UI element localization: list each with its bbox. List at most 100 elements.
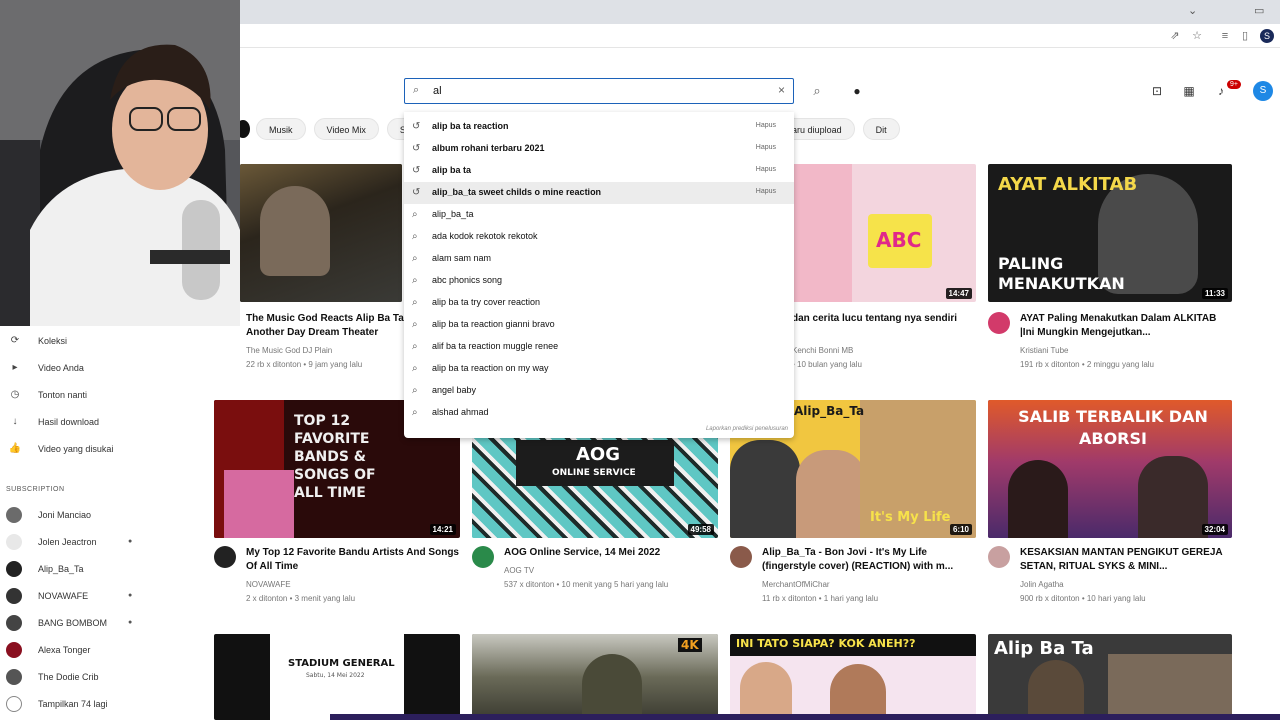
video-channel[interactable]: The Music God DJ Plain: [246, 346, 404, 355]
sidebar-item[interactable]: ⟳ Koleksi: [0, 328, 146, 354]
search-suggestion[interactable]: ⌕ angel baby: [404, 380, 794, 402]
search-icon: ⌕: [412, 253, 418, 264]
thumbnail-text: INI TATO SIAPA? KOK ANEH??: [736, 637, 916, 650]
chevron-down-icon[interactable]: ⌄: [1188, 4, 1197, 17]
video-title[interactable]: dan cerita lucu tentang nya sendiri: [792, 312, 976, 340]
sidebar-item-label: Video Anda: [38, 363, 84, 373]
subscription-label: NOVAWAFE: [38, 591, 89, 601]
video-channel[interactable]: NOVAWAFE: [246, 580, 460, 589]
subscription-item[interactable]: The Dodie Crib: [0, 664, 146, 690]
channel-avatar[interactable]: [472, 546, 494, 568]
thumbnail-text: Alip Ba Ta: [994, 638, 1094, 659]
video-channel[interactable]: Kenchi Bonni MB: [792, 346, 976, 355]
video-title[interactable]: Alip_Ba_Ta - Bon Jovi - It's My Life (fi…: [762, 546, 976, 574]
search-suggestion[interactable]: ↺ alip ba ta reaction Hapus: [404, 116, 794, 138]
browser-profile-icon[interactable]: S: [1260, 29, 1274, 43]
search-suggestion[interactable]: ↺ album rohani terbaru 2021 Hapus: [404, 138, 794, 160]
video-channel[interactable]: Kristiani Tube: [1020, 346, 1232, 355]
search-suggestion[interactable]: ↺ alip ba ta Hapus: [404, 160, 794, 182]
video-thumbnail[interactable]: Alip Ba Ta: [988, 634, 1232, 720]
search-button[interactable]: ⌕: [800, 78, 834, 104]
extension-icon[interactable]: ≡: [1218, 29, 1232, 43]
channel-avatar[interactable]: [214, 546, 236, 568]
subscription-item[interactable]: NOVAWAFE ●: [0, 583, 146, 609]
browser-toolbar: ⇗ ☆ ≡ ▯ S: [240, 24, 1280, 48]
search-suggestion[interactable]: ⌕ abc phonics song: [404, 270, 794, 292]
video-thumbnail[interactable]: 4K: [472, 634, 718, 720]
suggestion-text: alip ba ta reaction on my way: [432, 363, 549, 373]
share-icon[interactable]: ⇗: [1168, 29, 1182, 43]
subscription-item[interactable]: Tampilkan 74 lagi: [0, 691, 146, 717]
webcam-overlay: [0, 0, 240, 326]
video-channel[interactable]: MerchantOfMiChar: [762, 580, 976, 589]
search-suggestion[interactable]: ⌕ alshad ahmad: [404, 402, 794, 424]
thumbnail-person: [740, 662, 792, 720]
sidebar-item[interactable]: ↓ Hasil download: [0, 409, 146, 435]
search-suggestion[interactable]: ⌕ alam sam nam: [404, 248, 794, 270]
video-meta: • 10 bulan yang lalu: [792, 360, 862, 369]
filter-chip[interactable]: Musik: [256, 118, 306, 140]
video-title[interactable]: AYAT Paling Menakutkan Dalam ALKITAB |In…: [1020, 312, 1232, 340]
report-predictions-link[interactable]: Laporkan prediksi penelusuran: [706, 426, 788, 432]
channel-avatar: [6, 696, 22, 712]
remove-suggestion-link[interactable]: Hapus: [756, 122, 776, 129]
sidepanel-icon[interactable]: ▯: [1238, 29, 1252, 43]
video-thumbnail[interactable]: SALIB TERBALIK DAN ABORSI 32:04: [988, 400, 1232, 538]
search-suggestion[interactable]: ⌕ ada kodok rekotok rekotok: [404, 226, 794, 248]
channel-avatar[interactable]: [730, 546, 752, 568]
your-videos-icon: ▸: [12, 362, 18, 373]
thumbnail-image: [224, 470, 294, 538]
bookmark-star-icon[interactable]: ☆: [1190, 29, 1204, 43]
video-thumbnail[interactable]: ABC 14:47: [792, 164, 976, 302]
video-thumbnail[interactable]: [240, 164, 402, 302]
sidebar-item[interactable]: 👍 Video yang disukai: [0, 436, 146, 462]
subscription-label: Jolen Jeactron: [38, 537, 97, 547]
clear-search-icon[interactable]: ×: [778, 83, 785, 97]
sidebar-item[interactable]: ◷ Tonton nanti: [0, 382, 146, 408]
search-input[interactable]: ⌕ al ×: [404, 78, 794, 104]
apps-icon[interactable]: ▦: [1180, 82, 1198, 100]
suggestion-text: alam sam nam: [432, 253, 492, 263]
filter-chip[interactable]: Video Mix: [313, 118, 379, 140]
remove-suggestion-link[interactable]: Hapus: [756, 144, 776, 151]
video-title[interactable]: KESAKSIAN MANTAN PENGIKUT GEREJA SETAN, …: [1020, 546, 1232, 574]
filter-chip[interactable]: Dit: [862, 118, 900, 140]
subscription-label: Joni Manciao: [38, 510, 92, 520]
voice-search-button[interactable]: ●: [846, 80, 868, 102]
screen: ⌄ ▭ ⇗ ☆ ≡ ▯ S ⌕ al × ⌕ ● ⊡ ▦ ♪ 9+ S Musi…: [0, 0, 1280, 720]
search-suggestion[interactable]: ⌕ alip_ba_ta: [404, 204, 794, 226]
video-thumbnail[interactable]: STADIUM GENERAL Sabtu, 14 Mei 2022: [214, 634, 460, 720]
search-suggestion[interactable]: ⌕ alip ba ta reaction gianni bravo: [404, 314, 794, 336]
create-video-icon[interactable]: ⊡: [1148, 82, 1166, 100]
remove-suggestion-link[interactable]: Hapus: [756, 166, 776, 173]
like-icon: 👍: [8, 443, 22, 454]
suggestion-text: alif ba ta reaction muggle renee: [432, 341, 559, 351]
video-title[interactable]: My Top 12 Favorite Bandu Artists And Son…: [246, 546, 460, 574]
subscription-item[interactable]: Jolen Jeactron ●: [0, 529, 146, 555]
video-thumbnail[interactable]: AYAT ALKITAB PALING MENAKUTKAN 11:33: [988, 164, 1232, 302]
subscription-item[interactable]: Joni Manciao: [0, 502, 146, 528]
search-icon: ⌕: [412, 385, 418, 396]
search-suggestion[interactable]: ↺ alip_ba_ta sweet childs o mine reaction…: [404, 182, 794, 204]
search-suggestion[interactable]: ⌕ alif ba ta reaction muggle renee: [404, 336, 794, 358]
minimize-icon[interactable]: ▭: [1254, 4, 1264, 17]
sidebar-item-label: Koleksi: [38, 336, 68, 346]
subscription-item[interactable]: Alip_Ba_Ta: [0, 556, 146, 582]
sidebar-item-label: Video yang disukai: [38, 444, 114, 454]
remove-suggestion-link[interactable]: Hapus: [756, 188, 776, 195]
subscription-item[interactable]: BANG BOMBOM ●: [0, 610, 146, 636]
subscription-item[interactable]: Alexa Tonger: [0, 637, 146, 663]
suggestion-text: alip ba ta reaction gianni bravo: [432, 319, 555, 329]
account-avatar[interactable]: S: [1253, 81, 1273, 101]
sidebar-item[interactable]: ▸ Video Anda: [0, 355, 146, 381]
video-channel[interactable]: Jolin Agatha: [1020, 580, 1232, 589]
search-suggestion[interactable]: ⌕ alip ba ta reaction on my way: [404, 358, 794, 380]
video-channel[interactable]: AOG TV: [504, 566, 718, 575]
history-icon: ↺: [412, 187, 421, 198]
video-title[interactable]: The Music God Reacts Alip Ba Ta Another …: [246, 312, 404, 340]
channel-avatar[interactable]: [988, 546, 1010, 568]
video-thumbnail[interactable]: INI TATO SIAPA? KOK ANEH??: [730, 634, 976, 720]
search-suggestion[interactable]: ⌕ alip ba ta try cover reaction: [404, 292, 794, 314]
channel-avatar[interactable]: [988, 312, 1010, 334]
search-icon: ⌕: [412, 341, 418, 352]
